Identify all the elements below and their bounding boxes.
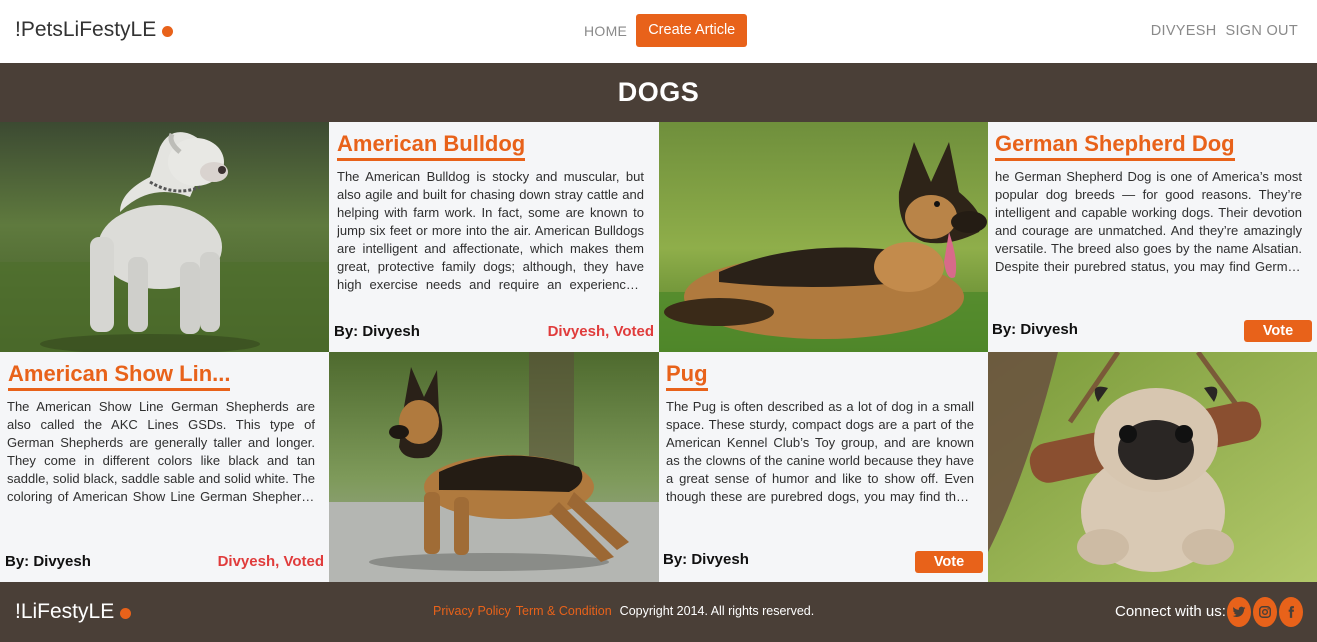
article-author: By: Divyesh xyxy=(334,323,420,340)
facebook-icon[interactable] xyxy=(1279,597,1303,627)
vote-button[interactable]: Vote xyxy=(915,551,983,573)
pug-figurine-photo xyxy=(988,352,1317,582)
create-article-button[interactable]: Create Article xyxy=(636,14,748,47)
white-dog-photo xyxy=(0,122,329,352)
article-title-american-show-line[interactable]: American Show Lin... xyxy=(8,361,231,391)
article-excerpt: The American Bulldog is stocky and muscu… xyxy=(337,169,644,292)
footer-logo[interactable]: !LiFestyLE xyxy=(15,600,132,624)
instagram-icon[interactable] xyxy=(1253,597,1277,627)
footer-brand-text[interactable]: !LiFestyLE xyxy=(15,600,114,623)
footer-links: Privacy Policy Term & Condition Copyrigh… xyxy=(433,604,814,618)
nav-home-link[interactable]: HOME xyxy=(584,23,627,39)
article-card-pug: Pug The Pug is often described as a lot … xyxy=(659,352,988,582)
article-card-american-bulldog: American Bulldog The American Bulldog is… xyxy=(329,122,659,352)
article-image-american-bulldog[interactable] xyxy=(0,122,329,352)
copyright-text: Copyright 2014. All rights reserved. xyxy=(619,604,815,618)
article-image-pug[interactable] xyxy=(988,352,1317,582)
article-title-german-shepherd-dog[interactable]: German Shepherd Dog xyxy=(995,131,1235,161)
brand-dot-icon xyxy=(162,26,174,37)
voted-status: Divyesh, Voted xyxy=(217,553,324,570)
german-shepherd-standing-photo xyxy=(329,352,659,582)
article-title-american-bulldog[interactable]: American Bulldog xyxy=(337,131,526,161)
brand-logo[interactable]: !PetsLiFestyLE xyxy=(15,18,174,42)
twitter-bird-icon xyxy=(1232,606,1246,618)
connect-label: Connect with us: xyxy=(1115,603,1226,620)
german-shepherd-lying-photo xyxy=(659,122,988,352)
page-footer: !LiFestyLE Privacy Policy Term & Conditi… xyxy=(0,582,1317,642)
instagram-camera-icon xyxy=(1259,606,1271,618)
user-nav: DIVYESH SIGN OUT xyxy=(1151,23,1298,39)
top-navbar: !PetsLiFestyLE HOME Create Article DIVYE… xyxy=(0,0,1317,63)
article-card-german-shepherd-dog: German Shepherd Dog he German Shepherd D… xyxy=(988,122,1317,352)
facebook-f-icon xyxy=(1288,606,1294,618)
brand-text[interactable]: !PetsLiFestyLE xyxy=(15,18,156,41)
vote-button[interactable]: Vote xyxy=(1244,320,1312,342)
article-title-pug[interactable]: Pug xyxy=(666,361,708,391)
brand-dot-icon xyxy=(120,608,132,619)
voted-status: Divyesh, Voted xyxy=(547,323,654,340)
article-author: By: Divyesh xyxy=(992,321,1078,338)
twitter-icon[interactable] xyxy=(1227,597,1251,627)
article-card-american-show-line: American Show Lin... The American Show L… xyxy=(0,352,329,582)
article-image-german-shepherd[interactable] xyxy=(659,122,988,352)
terms-link[interactable]: Term & Condition xyxy=(516,604,612,618)
main-nav: HOME Create Article xyxy=(584,14,748,47)
sign-out-link[interactable]: SIGN OUT xyxy=(1226,23,1299,39)
privacy-policy-link[interactable]: Privacy Policy xyxy=(433,604,511,618)
article-author: By: Divyesh xyxy=(663,551,749,568)
user-name-link[interactable]: DIVYESH xyxy=(1151,23,1217,39)
article-excerpt: he German Shepherd Dog is one of America… xyxy=(995,169,1302,274)
category-banner: DOGS xyxy=(0,63,1317,122)
articles-grid: American Bulldog The American Bulldog is… xyxy=(0,122,1317,582)
article-excerpt: The American Show Line German Shepherds … xyxy=(7,399,315,504)
article-image-american-show-line[interactable] xyxy=(329,352,659,582)
category-title: DOGS xyxy=(617,77,700,107)
article-author: By: Divyesh xyxy=(5,553,91,570)
article-excerpt: The Pug is often described as a lot of d… xyxy=(666,399,974,504)
